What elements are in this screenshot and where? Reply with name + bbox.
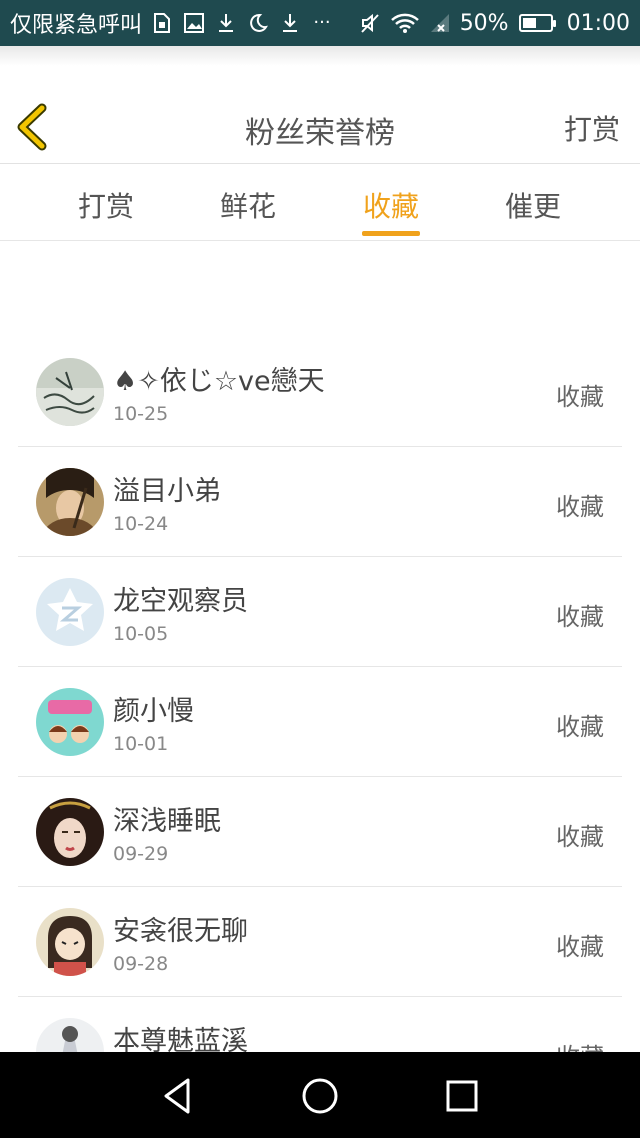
fan-name: 深浅睡眠 xyxy=(113,806,221,837)
moon-icon xyxy=(246,11,270,35)
download-icon xyxy=(214,11,238,35)
carrier-text: 仅限紧急呼叫 xyxy=(10,13,143,38)
tab-favorites[interactable]: 收藏 xyxy=(331,185,451,225)
battery-percent: 50% xyxy=(459,10,509,36)
signal-icon xyxy=(428,11,452,35)
page-title: 粉丝荣誉榜 xyxy=(245,116,395,151)
list-item[interactable]: ♠✧依じ☆ve戀天 10-25 收藏 xyxy=(18,337,622,447)
fan-list: ♠✧依じ☆ve戀天 10-25 收藏 溢目小弟 10-24 收藏 龙空观察员 1… xyxy=(18,337,622,1107)
triangle-back-icon xyxy=(164,1078,190,1114)
fan-action-label: 收藏 xyxy=(556,713,604,741)
wifi-icon xyxy=(390,11,420,35)
list-item[interactable]: 龙空观察员 10-05 收藏 xyxy=(18,557,622,667)
fan-name: 溢目小弟 xyxy=(113,476,221,507)
fan-date: 10-05 xyxy=(113,623,169,645)
tab-reward[interactable]: 打赏 xyxy=(46,185,166,225)
fan-name: ♠✧依じ☆ve戀天 xyxy=(113,366,325,397)
active-tab-indicator xyxy=(362,231,420,236)
avatar xyxy=(36,578,104,646)
fan-action-label: 收藏 xyxy=(556,493,604,521)
nav-home-button[interactable] xyxy=(298,1074,342,1118)
screen: 仅限紧急呼叫 ··· 50% 01:00 粉丝荣誉榜 打赏 打赏 鲜花 收藏 催… xyxy=(0,0,640,1138)
tab-bar: 打赏 鲜花 收藏 催更 xyxy=(0,165,640,241)
clock: 01:00 xyxy=(566,10,630,36)
circle-home-icon xyxy=(302,1078,338,1114)
nav-recents-button[interactable] xyxy=(440,1074,484,1118)
avatar xyxy=(36,798,104,866)
download-icon xyxy=(278,11,302,35)
image-icon xyxy=(182,11,206,35)
battery-icon xyxy=(518,14,556,32)
avatar xyxy=(36,468,104,536)
fan-action-label: 收藏 xyxy=(556,603,604,631)
sim-icon xyxy=(150,11,174,35)
fan-name: 安衾很无聊 xyxy=(113,916,248,947)
reward-button[interactable]: 打赏 xyxy=(564,108,620,148)
avatar xyxy=(36,358,104,426)
header-shadow xyxy=(0,46,640,66)
avatar xyxy=(36,688,104,756)
list-item[interactable]: 颜小慢 10-01 收藏 xyxy=(18,667,622,777)
tab-flowers[interactable]: 鲜花 xyxy=(188,185,308,225)
app-header: 粉丝荣誉榜 打赏 xyxy=(0,66,640,164)
list-item[interactable]: 溢目小弟 10-24 收藏 xyxy=(18,447,622,557)
fan-date: 09-28 xyxy=(113,953,169,975)
tab-urge-update[interactable]: 催更 xyxy=(473,185,593,225)
fan-date: 09-29 xyxy=(113,843,169,865)
navigation-bar xyxy=(0,1052,640,1138)
list-item[interactable]: 深浅睡眠 09-29 收藏 xyxy=(18,777,622,887)
more-dots-icon: ··· xyxy=(313,12,331,33)
list-item[interactable]: 安衾很无聊 09-28 收藏 xyxy=(18,887,622,997)
fan-action-label: 收藏 xyxy=(556,823,604,851)
fan-date: 10-24 xyxy=(113,513,169,535)
avatar xyxy=(36,908,104,976)
nav-back-button[interactable] xyxy=(156,1074,200,1118)
mute-icon xyxy=(358,11,382,35)
status-bar: 仅限紧急呼叫 ··· 50% 01:00 xyxy=(0,0,640,46)
fan-action-label: 收藏 xyxy=(556,383,604,411)
fan-date: 10-01 xyxy=(113,733,169,755)
fan-name: 龙空观察员 xyxy=(113,586,248,617)
fan-name: 颜小慢 xyxy=(113,696,194,727)
fan-action-label: 收藏 xyxy=(556,933,604,961)
square-recents-icon xyxy=(446,1080,478,1112)
fan-date: 10-25 xyxy=(113,403,169,425)
